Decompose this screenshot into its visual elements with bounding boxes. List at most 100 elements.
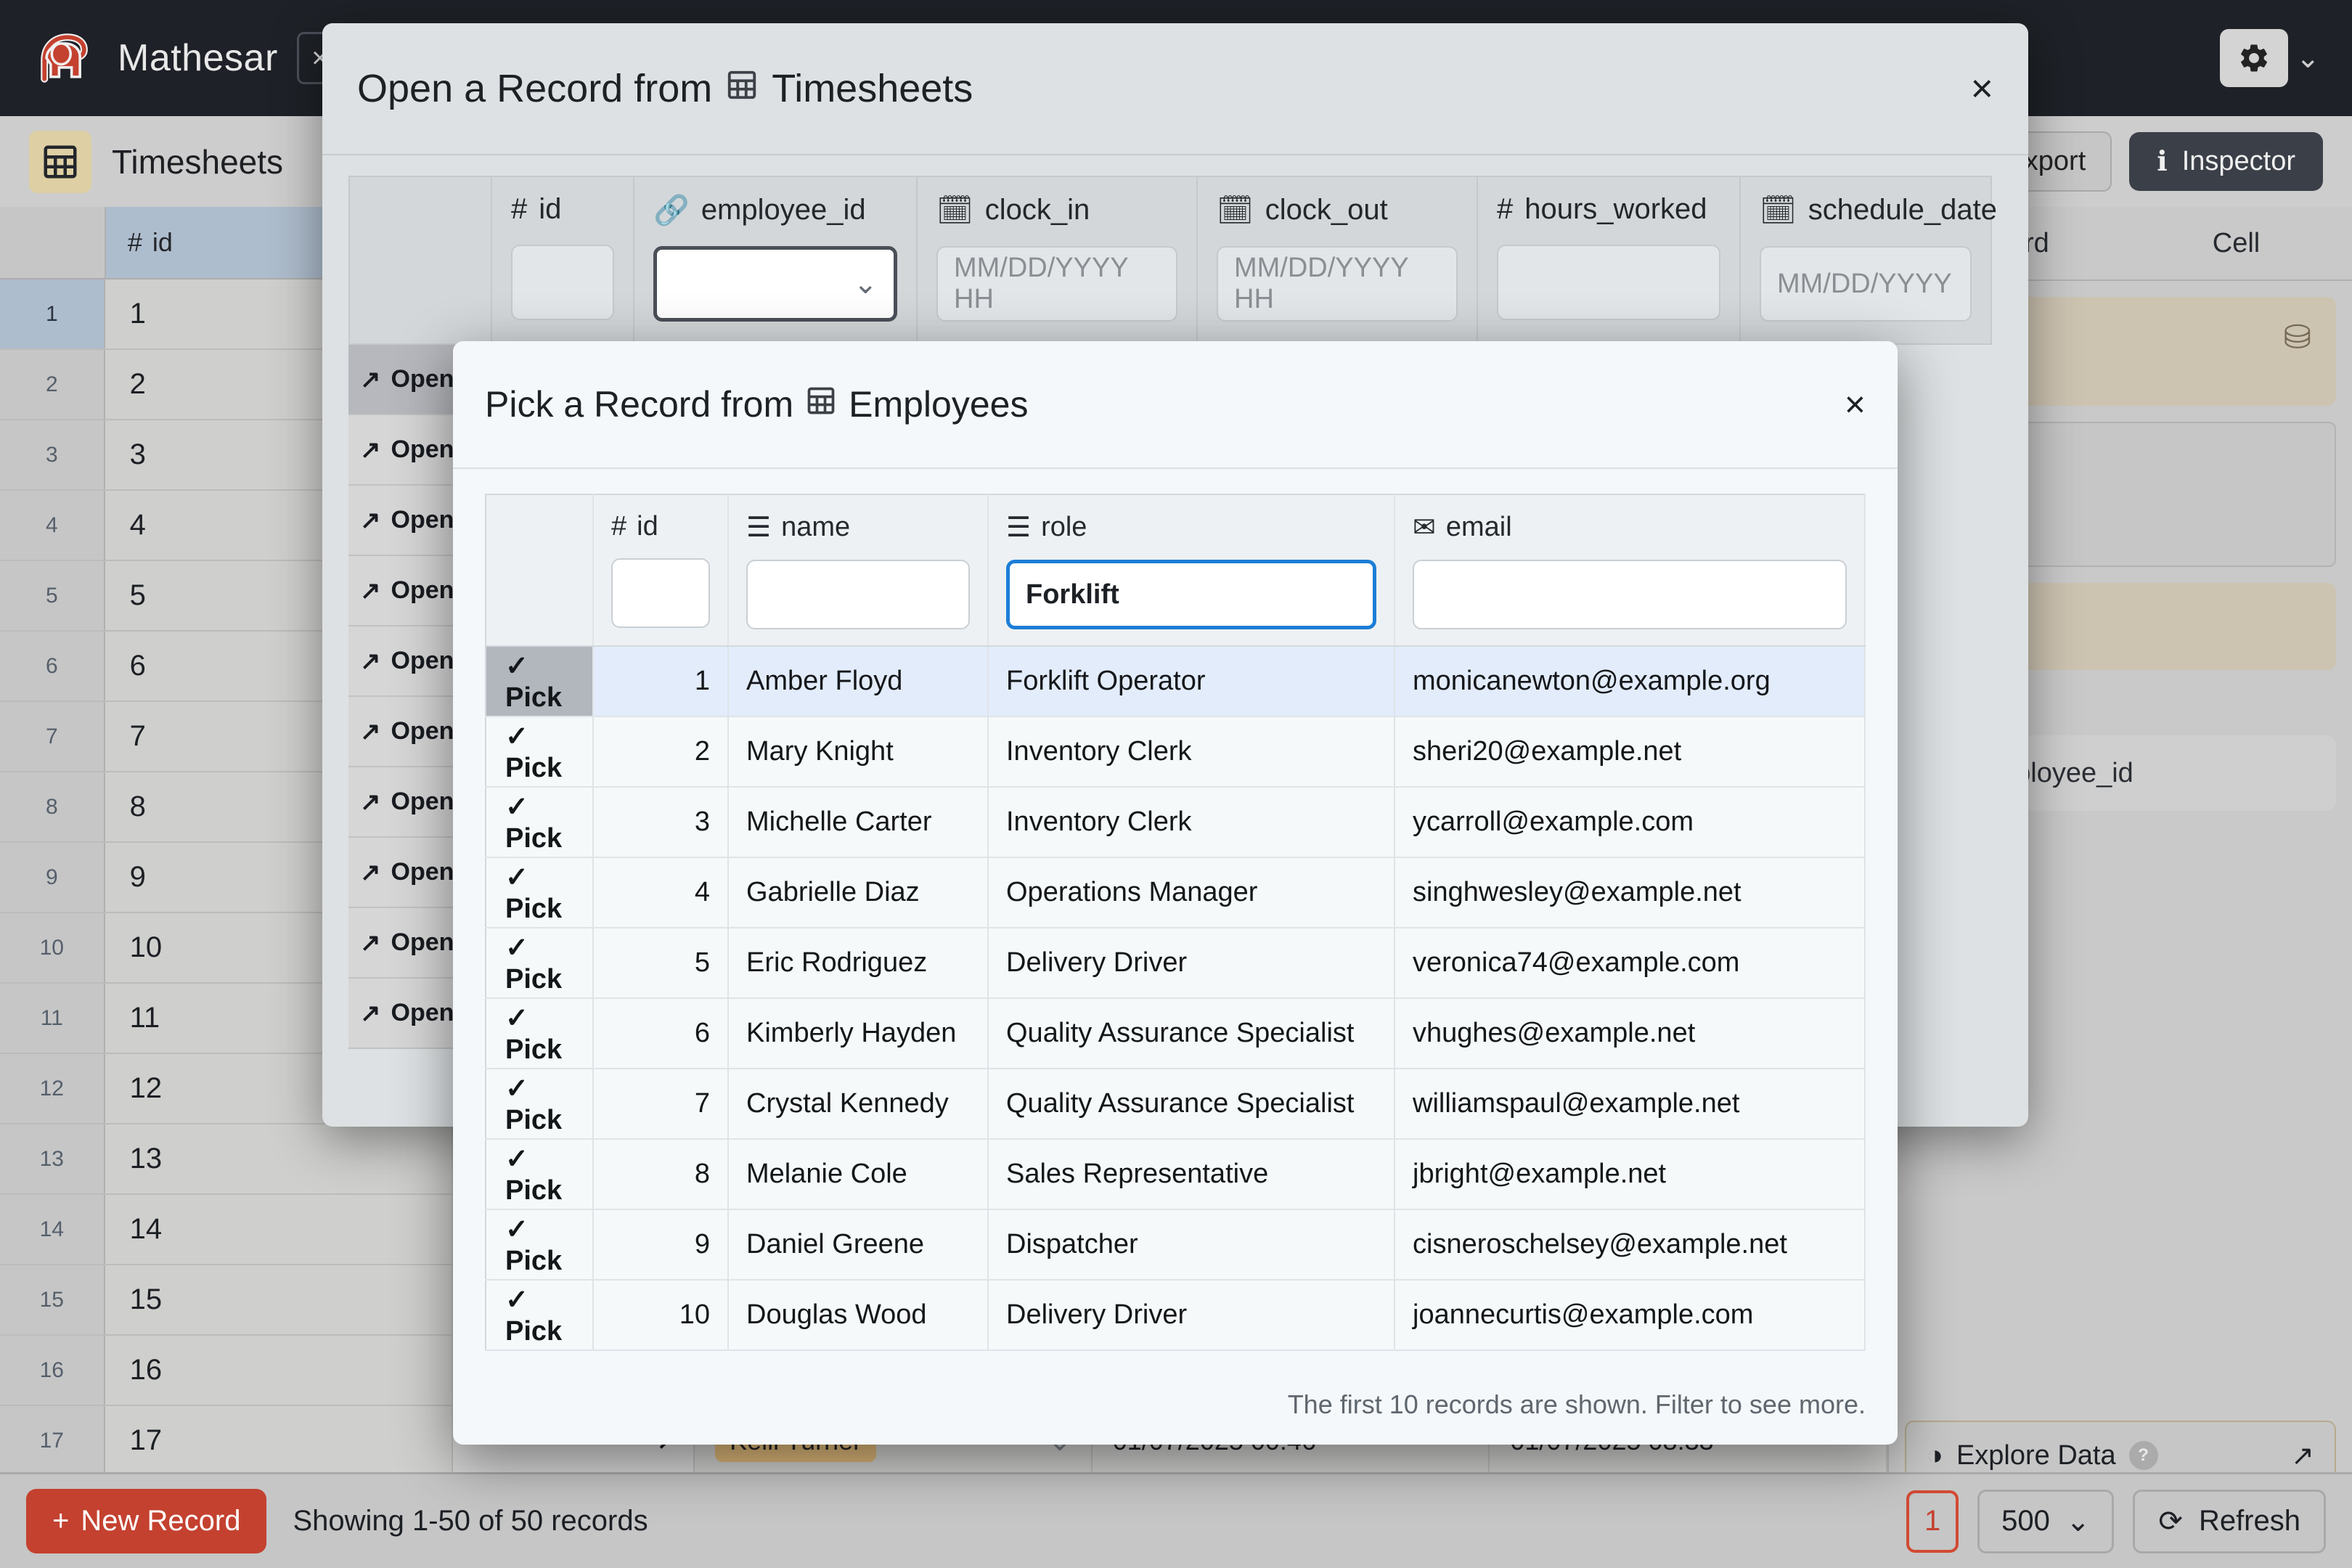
row-number[interactable]: 12	[0, 1054, 105, 1123]
cell-id[interactable]: 9	[593, 1209, 729, 1281]
pick-button[interactable]: ✓ Pick	[486, 1209, 594, 1281]
table-row[interactable]: ✓ Pick 4 Gabrielle Diaz Operations Manager s…	[486, 857, 1866, 928]
cell-id[interactable]: 14	[105, 1195, 454, 1264]
filter-input-hours_worked[interactable]	[1497, 245, 1720, 320]
explore-help-icon[interactable]: ?	[2128, 1441, 2158, 1470]
cell-role[interactable]: Quality Assurance Specialist	[988, 998, 1395, 1069]
cell-id[interactable]: 15	[105, 1265, 454, 1334]
row-number[interactable]: 9	[0, 843, 105, 912]
table-row[interactable]: ✓ Pick 8 Melanie Cole Sales Representative j…	[486, 1139, 1866, 1210]
row-number[interactable]: 2	[0, 350, 105, 419]
pick-button[interactable]: ✓ Pick	[486, 998, 594, 1069]
external-link-icon[interactable]: ↗	[2291, 1440, 2314, 1472]
new-record-button[interactable]: + New Record	[26, 1489, 267, 1553]
cell-email[interactable]: williamspaul@example.net	[1395, 1069, 1866, 1140]
row-number[interactable]: 4	[0, 491, 105, 560]
cell-name[interactable]: Melanie Cole	[728, 1139, 989, 1210]
table-row[interactable]: ✓ Pick 10 Douglas Wood Delivery Driver joann…	[486, 1280, 1866, 1351]
cell-email[interactable]: veronica74@example.com	[1395, 928, 1866, 999]
cell-email[interactable]: vhughes@example.net	[1395, 998, 1866, 1069]
filter-input-email[interactable]	[1413, 560, 1847, 629]
row-number[interactable]: 14	[0, 1195, 105, 1264]
cell-name[interactable]: Douglas Wood	[728, 1280, 989, 1351]
cell-id[interactable]: 7	[593, 1069, 729, 1140]
pick-button[interactable]: ✓ Pick	[486, 646, 594, 717]
table-row[interactable]: ✓ Pick 5 Eric Rodriguez Delivery Driver vero…	[486, 928, 1866, 999]
cell-name[interactable]: Mary Knight	[728, 716, 989, 788]
cell-id[interactable]: 13	[105, 1124, 454, 1193]
pick-button[interactable]: ✓ Pick	[486, 857, 594, 928]
cell-email[interactable]: jbright@example.net	[1395, 1139, 1866, 1210]
pick-button[interactable]: ✓ Pick	[486, 1280, 594, 1351]
filter-input-employee_id[interactable]: ⌄	[653, 246, 897, 322]
filter-input-name[interactable]	[746, 560, 970, 629]
pick-button[interactable]: ✓ Pick	[486, 1069, 594, 1140]
cell-name[interactable]: Amber Floyd	[728, 646, 989, 717]
filter-input-clock_out[interactable]: MM/DD/YYYY HH	[1217, 246, 1458, 322]
filter-input-id[interactable]	[511, 245, 614, 320]
cell-role[interactable]: Operations Manager	[988, 857, 1395, 928]
row-number[interactable]: 6	[0, 632, 105, 701]
cell-role[interactable]: Delivery Driver	[988, 928, 1395, 999]
pick-button[interactable]: ✓ Pick	[486, 787, 594, 858]
row-number[interactable]: 15	[0, 1265, 105, 1334]
chevron-down-icon[interactable]: ⌄	[853, 267, 878, 301]
pick-button[interactable]: ✓ Pick	[486, 716, 594, 788]
row-number[interactable]: 10	[0, 913, 105, 982]
cell-id[interactable]: 5	[593, 928, 729, 999]
cell-id[interactable]: 6	[593, 998, 729, 1069]
table-row[interactable]: ✓ Pick 1 Amber Floyd Forklift Operator monic…	[486, 646, 1866, 717]
cell-email[interactable]: monicanewton@example.org	[1395, 646, 1866, 717]
row-number[interactable]: 5	[0, 561, 105, 630]
inspector-button[interactable]: ℹ Inspector	[2129, 132, 2323, 191]
cell-name[interactable]: Eric Rodriguez	[728, 928, 989, 999]
cell-email[interactable]: joannecurtis@example.com	[1395, 1280, 1866, 1351]
cell-role[interactable]: Forklift Operator	[988, 646, 1395, 717]
cell-id[interactable]: 2	[593, 716, 729, 788]
cell-name[interactable]: Kimberly Hayden	[728, 998, 989, 1069]
cell-role[interactable]: Inventory Clerk	[988, 787, 1395, 858]
cell-id[interactable]: 4	[593, 857, 729, 928]
row-number[interactable]: 3	[0, 420, 105, 489]
page-number-button[interactable]: 1	[1906, 1490, 1959, 1553]
cell-email[interactable]: singhwesley@example.net	[1395, 857, 1866, 928]
cell-id[interactable]: 1	[593, 646, 729, 717]
cell-id[interactable]: 16	[105, 1336, 454, 1405]
pick-button[interactable]: ✓ Pick	[486, 1139, 594, 1210]
pick-button[interactable]: ✓ Pick	[486, 928, 594, 999]
row-number[interactable]: 11	[0, 984, 105, 1053]
close-icon-2[interactable]: ×	[1845, 383, 1866, 425]
cell-name[interactable]: Gabrielle Diaz	[728, 857, 989, 928]
filter-input-schedule_date[interactable]: MM/DD/YYYY	[1760, 246, 1972, 322]
cell-name[interactable]: Michelle Carter	[728, 787, 989, 858]
cell-name[interactable]: Crystal Kennedy	[728, 1069, 989, 1140]
close-icon[interactable]: ×	[1970, 66, 1993, 111]
cell-role[interactable]: Delivery Driver	[988, 1280, 1395, 1351]
cell-id[interactable]: 10	[593, 1280, 729, 1351]
table-row[interactable]: ✓ Pick 9 Daniel Greene Dispatcher cisnerosch…	[486, 1209, 1866, 1281]
cell-role[interactable]: Sales Representative	[988, 1139, 1395, 1210]
row-number[interactable]: 1	[0, 279, 105, 348]
table-row[interactable]: ✓ Pick 2 Mary Knight Inventory Clerk sheri20…	[486, 716, 1866, 788]
cell-email[interactable]: cisneroschelsey@example.net	[1395, 1209, 1866, 1281]
cell-id[interactable]: 17	[105, 1406, 454, 1475]
cell-id[interactable]: 3	[593, 787, 729, 858]
table-row[interactable]: ✓ Pick 7 Crystal Kennedy Quality Assurance …	[486, 1069, 1866, 1140]
filter-input-role[interactable]: Forklift	[1006, 560, 1376, 629]
cell-role[interactable]: Quality Assurance Specialist	[988, 1069, 1395, 1140]
cell-role[interactable]: Dispatcher	[988, 1209, 1395, 1281]
cell-id[interactable]: 8	[593, 1139, 729, 1210]
chevron-down-icon[interactable]: ⌄	[2295, 41, 2320, 75]
cell-role[interactable]: Inventory Clerk	[988, 716, 1395, 788]
gear-icon[interactable]	[2220, 29, 2289, 87]
row-number[interactable]: 17	[0, 1406, 105, 1475]
cell-email[interactable]: ycarroll@example.com	[1395, 787, 1866, 858]
tab-cell[interactable]: Cell	[2120, 207, 2352, 279]
cell-name[interactable]: Daniel Greene	[728, 1209, 989, 1281]
refresh-button[interactable]: ⟳ Refresh	[2133, 1489, 2326, 1553]
row-number[interactable]: 13	[0, 1124, 105, 1193]
filter-input-id[interactable]	[611, 558, 710, 628]
page-size-select[interactable]: 500 ⌄	[1977, 1489, 2115, 1553]
cell-email[interactable]: sheri20@example.net	[1395, 716, 1866, 788]
row-number[interactable]: 16	[0, 1336, 105, 1405]
